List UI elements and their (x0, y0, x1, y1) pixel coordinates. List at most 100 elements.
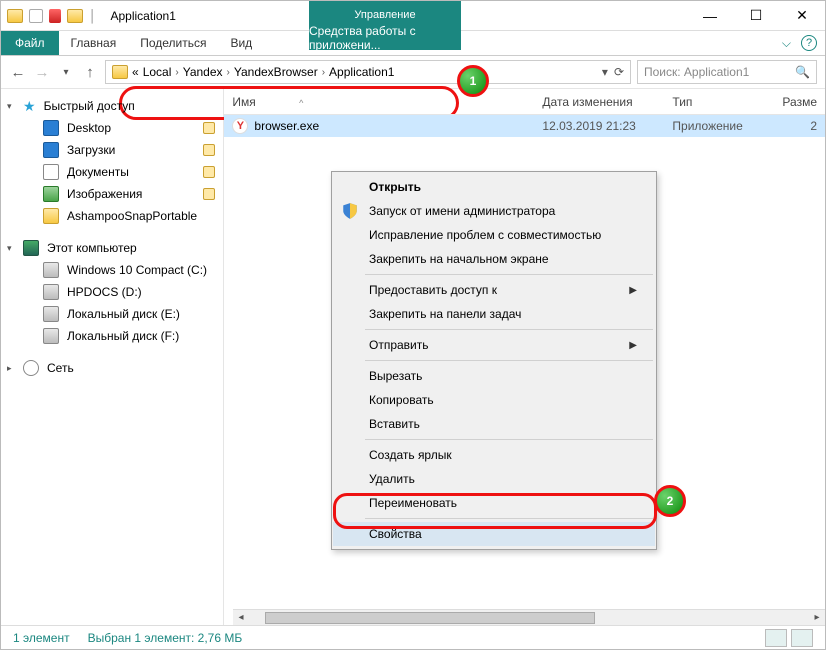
breadcrumb[interactable]: Yandex› (183, 65, 230, 79)
status-bar: 1 элемент Выбран 1 элемент: 2,76 МБ (1, 625, 825, 649)
file-row[interactable]: Y browser.exe 12.03.2019 21:23 Приложени… (224, 115, 825, 137)
ctx-properties[interactable]: Свойства (333, 522, 655, 546)
context-menu: Открыть Запуск от имени администратора И… (331, 171, 657, 550)
file-name: browser.exe (254, 119, 319, 133)
ctx-rename[interactable]: Переименовать (333, 491, 655, 515)
breadcrumb[interactable]: « Local› (132, 65, 179, 79)
ctx-shortcut[interactable]: Создать ярлык (333, 443, 655, 467)
search-input[interactable]: Поиск: Application1 🔍 (637, 60, 817, 84)
ctx-pin-taskbar[interactable]: Закрепить на панели задач (333, 302, 655, 326)
horizontal-scrollbar[interactable]: ◂ ▸ (233, 609, 825, 625)
nav-up-button[interactable]: ↑ (81, 63, 99, 81)
ctx-cut[interactable]: Вырезать (333, 364, 655, 388)
nav-drive[interactable]: HPDOCS (D:) (1, 281, 223, 303)
ctx-share-access[interactable]: Предоставить доступ к▶ (333, 278, 655, 302)
chevron-down-icon[interactable]: ⌵ (782, 36, 791, 51)
column-headers: Имя ^ Дата изменения Тип Разме (224, 89, 825, 115)
nav-quick-access[interactable]: ▾★Быстрый доступ (1, 95, 223, 117)
tab-home[interactable]: Главная (59, 31, 129, 55)
expand-icon[interactable]: ▸ (7, 363, 12, 374)
nav-drive[interactable]: Локальный диск (E:) (1, 303, 223, 325)
tab-file[interactable]: Файл (1, 31, 59, 55)
expand-icon[interactable]: ▾ (7, 243, 12, 254)
ctx-delete[interactable]: Удалить (333, 467, 655, 491)
status-count: 1 элемент (13, 631, 70, 645)
ctx-run-as-admin[interactable]: Запуск от имени администратора (333, 199, 655, 223)
pin-icon (203, 188, 215, 200)
pin-icon (203, 122, 215, 134)
window-buttons: — ☐ ✕ (687, 1, 825, 30)
nav-pictures[interactable]: Изображения (1, 183, 223, 205)
breadcrumb[interactable]: Application1 (329, 65, 394, 79)
contextual-tab: Управление Средства работы с приложени..… (309, 1, 461, 50)
ctx-pin-start[interactable]: Закрепить на начальном экране (333, 247, 655, 271)
ctx-copy[interactable]: Копировать (333, 388, 655, 412)
maximize-button[interactable]: ☐ (733, 1, 779, 30)
folder-icon (7, 9, 23, 23)
qat-divider: │ (89, 9, 97, 23)
address-bar[interactable]: « Local› Yandex› YandexBrowser› Applicat… (105, 60, 631, 84)
scroll-right-icon[interactable]: ▸ (809, 610, 825, 626)
scroll-thumb[interactable] (265, 612, 595, 624)
nav-downloads[interactable]: Загрузки (1, 139, 223, 161)
tab-share[interactable]: Поделиться (128, 31, 218, 55)
pin-icon (203, 144, 215, 156)
qat-item[interactable] (49, 9, 61, 23)
nav-network[interactable]: ▸Сеть (1, 357, 223, 379)
help-icon[interactable]: ? (801, 35, 817, 51)
search-placeholder: Поиск: Application1 (644, 65, 749, 79)
nav-documents[interactable]: Документы (1, 161, 223, 183)
file-size: 2 (774, 119, 825, 133)
view-buttons (765, 629, 813, 647)
submenu-arrow-icon: ▶ (629, 340, 637, 351)
nav-forward-button[interactable]: → (33, 63, 51, 81)
nav-desktop[interactable]: Desktop (1, 117, 223, 139)
ctx-compat[interactable]: Исправление проблем с совместимостью (333, 223, 655, 247)
submenu-arrow-icon: ▶ (629, 285, 637, 296)
qat-item[interactable] (29, 9, 43, 23)
tab-view[interactable]: Вид (218, 31, 264, 55)
network-icon (23, 360, 39, 376)
contextual-tab-sub[interactable]: Средства работы с приложени... (309, 26, 461, 50)
view-details-button[interactable] (765, 629, 787, 647)
ctx-open[interactable]: Открыть (333, 175, 655, 199)
star-icon: ★ (23, 99, 36, 113)
file-type: Приложение (664, 119, 774, 133)
shield-icon (341, 202, 359, 220)
pictures-icon (43, 186, 59, 202)
window-title: Application1 (103, 1, 176, 30)
minimize-button[interactable]: — (687, 1, 733, 30)
nav-back-button[interactable]: ← (9, 63, 27, 81)
sort-icon: ^ (299, 98, 303, 108)
nav-recent-button[interactable]: ▾ (57, 63, 75, 81)
col-modified[interactable]: Дата изменения (534, 95, 664, 109)
col-name[interactable]: Имя ^ (224, 95, 534, 109)
drive-icon (43, 306, 59, 322)
col-size[interactable]: Разме (774, 95, 825, 109)
nav-drive[interactable]: Локальный диск (F:) (1, 325, 223, 347)
nav-drive[interactable]: Windows 10 Compact (C:) (1, 259, 223, 281)
address-bar-row: ← → ▾ ↑ « Local› Yandex› YandexBrowser› … (1, 56, 825, 89)
contextual-tab-label: Управление (354, 1, 415, 26)
drive-icon (43, 328, 59, 344)
pin-icon (203, 166, 215, 178)
expand-icon[interactable]: ▾ (7, 101, 12, 112)
chevron-down-icon[interactable]: ▾ (602, 65, 608, 79)
ctx-send-to[interactable]: Отправить▶ (333, 333, 655, 357)
breadcrumb[interactable]: YandexBrowser› (234, 65, 325, 79)
drive-icon (43, 262, 59, 278)
nav-folder[interactable]: AshampooSnapPortable (1, 205, 223, 227)
view-large-button[interactable] (791, 629, 813, 647)
drive-icon (43, 284, 59, 300)
scroll-left-icon[interactable]: ◂ (233, 610, 249, 626)
qat-folder-icon[interactable] (67, 9, 83, 23)
close-button[interactable]: ✕ (779, 1, 825, 30)
download-icon (43, 142, 59, 158)
search-icon[interactable]: 🔍 (795, 65, 810, 79)
ctx-separator (365, 439, 653, 440)
ctx-separator (365, 518, 653, 519)
col-type[interactable]: Тип (664, 95, 774, 109)
ctx-paste[interactable]: Вставить (333, 412, 655, 436)
nav-this-pc[interactable]: ▾Этот компьютер (1, 237, 223, 259)
refresh-icon[interactable]: ⟳ (614, 65, 624, 79)
